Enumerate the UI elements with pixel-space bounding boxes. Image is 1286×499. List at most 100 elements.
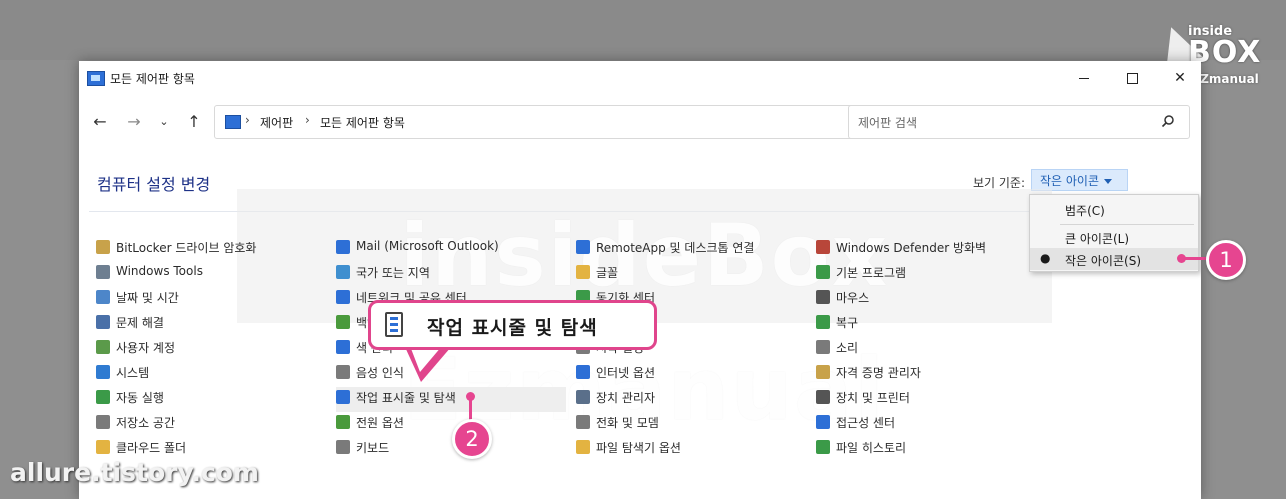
control-panel-item-label: 문제 해결 [116,316,164,330]
minimize-button[interactable] [1061,61,1107,95]
maximize-button[interactable] [1109,61,1155,95]
control-panel-item[interactable]: 음성 인식 [336,362,566,387]
caret-down-icon [1104,179,1113,184]
printer-icon [816,390,830,404]
control-panel-item[interactable]: 파일 탐색기 옵션 [576,437,806,462]
control-panel-item[interactable]: BitLocker 드라이브 암호화 [96,237,326,262]
up-button[interactable]: ↑ [182,111,206,135]
clock-icon [96,290,110,304]
control-panel-item-label: 국가 또는 지역 [356,266,430,280]
control-panel-item-label: 인터넷 옵션 [596,366,656,380]
menu-item-large-icons[interactable]: 큰 아이콘(L) [1030,226,1198,248]
logo-ez-text: EZmanual [1192,72,1259,86]
control-panel-item-label: 소리 [836,341,859,355]
control-panel-item[interactable]: 장치 및 프린터 [816,387,1026,412]
badge-1-connector-dot [1177,254,1186,263]
control-panel-item-label: 날짜 및 시간 [116,291,179,305]
control-panel-item[interactable]: 시스템 [96,362,326,387]
control-panel-item[interactable]: 자동 실행 [96,387,326,412]
badge-2-connector-dot [466,392,475,401]
control-panel-item[interactable]: 작업 표시줄 및 탐색 [336,387,566,412]
bitlocker-icon [96,240,110,254]
address-control-panel-icon [225,115,241,129]
back-button[interactable]: ← [88,111,112,135]
control-panel-item[interactable]: 장치 관리자 [576,387,806,412]
control-panel-item[interactable]: 날짜 및 시간 [96,287,326,312]
control-panel-item-label: 클라우드 폴더 [116,441,187,455]
control-panel-item-label: 자동 실행 [116,391,164,405]
menu-item-category[interactable]: 범주(C) [1030,198,1198,220]
control-panel-item[interactable]: 문제 해결 [96,312,326,337]
step-badge-2: 2 [452,419,492,459]
control-panel-item-label: 복구 [836,316,859,330]
control-panel-item[interactable]: 사용자 계정 [96,337,326,362]
items-column-4: Windows Defender 방화벽기본 프로그램마우스복구소리자격 증명 … [816,237,1026,462]
control-panel-item[interactable]: 자격 증명 관리자 [816,362,1026,387]
control-panel-item[interactable]: 저장소 공간 [96,412,326,437]
control-panel-item-label: 저장소 공간 [116,416,176,430]
control-panel-item[interactable]: 소리 [816,337,1026,362]
remoteapp-icon [576,240,590,254]
power-icon [336,415,350,429]
control-panel-item-label: 파일 탐색기 옵션 [596,441,681,455]
items-column-1: BitLocker 드라이브 암호화 Windows Tools 날짜 및 시간문제… [96,237,326,462]
search-input[interactable]: 제어판 검색 [848,105,1190,139]
control-panel-item[interactable]: Windows Tools [96,262,326,287]
autoplay-icon [96,390,110,404]
control-panel-item[interactable]: 전원 옵션 [336,412,566,437]
system-icon [96,365,110,379]
control-panel-item-label: 자격 증명 관리자 [836,366,921,380]
control-panel-item-label: 키보드 [356,441,390,455]
breadcrumb-separator-icon: › [305,113,310,127]
menu-item-small-icons[interactable]: ● 작은 아이콘(S) [1030,248,1198,270]
control-panel-item[interactable]: 키보드 [336,437,566,462]
control-panel-item-label: 마우스 [836,291,870,305]
control-panel-item-label: 장치 및 프린터 [836,391,910,405]
control-panel-item[interactable]: RemoteApp 및 데스크톱 연결 [576,237,806,262]
recent-locations-button[interactable]: ⌄ [152,111,176,135]
address-bar[interactable]: › 제어판 › 모든 제어판 항목 ⌄ ↻ [214,105,956,139]
control-panel-item[interactable]: 글꼴 [576,262,806,287]
credential-icon [816,365,830,379]
callout-text: 작업 표시줄 및 탐색 [427,317,598,339]
page-title: 컴퓨터 설정 변경 [97,175,211,194]
control-panel-item[interactable]: Mail (Microsoft Outlook) [336,237,566,262]
control-panel-item[interactable]: Windows Defender 방화벽 [816,237,1026,262]
forward-button[interactable]: → [122,111,146,135]
search-placeholder: 제어판 검색 [858,116,918,130]
storage-icon [96,415,110,429]
maximize-icon [1126,72,1138,84]
control-panel-item-label: 장치 관리자 [596,391,656,405]
control-panel-item[interactable]: 기본 프로그램 [816,262,1026,287]
phone-icon [576,415,590,429]
control-panel-item[interactable]: 인터넷 옵션 [576,362,806,387]
control-panel-item[interactable]: 파일 히스토리 [816,437,1026,462]
taskbar-icon [336,390,350,404]
default-programs-icon [816,265,830,279]
close-button[interactable]: ✕ [1157,61,1201,95]
control-panel-item[interactable]: 마우스 [816,287,1026,312]
control-panel-item-label: Mail (Microsoft Outlook) [356,239,499,253]
menu-item-label: 작은 아이콘(S) [1065,254,1141,268]
view-by-value: 작은 아이콘 [1040,174,1100,188]
breadcrumb-control-panel[interactable]: 제어판 [260,114,293,131]
control-panel-item[interactable]: 전화 및 모뎀 [576,412,806,437]
control-panel-item-label: 사용자 계정 [116,341,176,355]
control-panel-item[interactable]: 국가 또는 지역 [336,262,566,287]
window-title: 모든 제어판 항목 [110,72,195,86]
accessibility-icon [816,415,830,429]
breadcrumb-all-items[interactable]: 모든 제어판 항목 [320,114,405,131]
control-panel-item[interactable]: 복구 [816,312,1026,337]
control-panel-item[interactable]: 접근성 센터 [816,412,1026,437]
control-panel-item-label: 기본 프로그램 [836,266,907,280]
control-panel-item-label: 접근성 센터 [836,416,896,430]
control-panel-item-label: 전원 옵션 [356,416,404,430]
explorer-options-icon [576,440,590,454]
view-by-menu: 범주(C) 큰 아이콘(L) ● 작은 아이콘(S) [1029,194,1199,272]
color-icon [336,340,350,354]
view-by-dropdown[interactable]: 작은 아이콘 [1031,169,1128,191]
menu-item-label: 범주(C) [1065,204,1105,218]
menu-item-label: 큰 아이콘(L) [1065,232,1130,246]
title-bar[interactable]: 모든 제어판 항목 ✕ [79,61,1201,95]
control-panel-item-label: 전화 및 모뎀 [596,416,659,430]
